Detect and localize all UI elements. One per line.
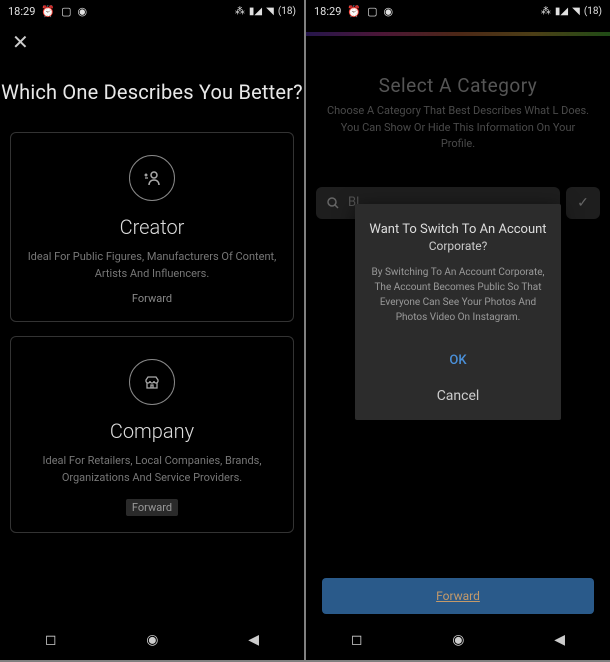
alarm-icon: ⏰ bbox=[41, 5, 55, 18]
confirm-button[interactable]: ✓ bbox=[566, 187, 600, 219]
creator-icon bbox=[129, 155, 175, 201]
page-title: Which One Describes You Better? bbox=[0, 62, 304, 132]
page-subtitle: Choose A Category That Best Describes Wh… bbox=[306, 103, 610, 153]
card-desc: Ideal For Retailers, Local Companies, Br… bbox=[27, 453, 277, 486]
square-icon: ▢ bbox=[61, 5, 71, 18]
status-time: 18:29 bbox=[314, 5, 341, 18]
card-creator[interactable]: Creator Ideal For Public Figures, Manufa… bbox=[10, 132, 294, 322]
square-icon: ▢ bbox=[367, 5, 377, 18]
forward-link[interactable]: Forward bbox=[126, 499, 178, 516]
forward-button[interactable]: Forward bbox=[322, 578, 594, 614]
battery-icon: (18) bbox=[584, 6, 602, 17]
card-title: Creator bbox=[27, 215, 277, 239]
nav-home-icon[interactable]: ◉ bbox=[452, 632, 464, 648]
company-icon bbox=[129, 359, 175, 405]
forward-label: Forward bbox=[436, 589, 480, 603]
nav-back-icon[interactable]: ◀ bbox=[554, 632, 565, 648]
cancel-button[interactable]: Cancel bbox=[365, 378, 551, 408]
forward-link[interactable]: Forward bbox=[27, 292, 277, 305]
nav-back-icon[interactable]: ◀ bbox=[248, 632, 259, 648]
page-title: Select A Category bbox=[306, 26, 610, 103]
wifi-icon: ◥ bbox=[266, 6, 274, 17]
nav-recent-icon[interactable]: ◻ bbox=[45, 632, 57, 648]
alarm-icon: ⏰ bbox=[347, 5, 361, 18]
wifi-icon: ◥ bbox=[572, 6, 580, 17]
bluetooth-icon: ⁂ bbox=[235, 6, 245, 17]
switch-dialog: Want To Switch To An Account Corporate? … bbox=[355, 204, 561, 420]
screen-describe: 18:29 ⏰ ▢ ◉ ⁂ ▮◢ ◥ (18) ✕ Which One Desc… bbox=[0, 0, 304, 660]
close-icon[interactable]: ✕ bbox=[12, 30, 29, 54]
screen-category: 18:29 ⏰ ▢ ◉ ⁂ ▮◢ ◥ (18) Select A Categor… bbox=[306, 0, 610, 660]
search-icon bbox=[326, 196, 340, 210]
card-company[interactable]: Company Ideal For Retailers, Local Compa… bbox=[10, 336, 294, 533]
battery-icon: (18) bbox=[278, 6, 296, 17]
dialog-body: By Switching To An Account Corporate, Th… bbox=[365, 265, 551, 325]
status-bar: 18:29 ⏰ ▢ ◉ ⁂ ▮◢ ◥ (18) bbox=[0, 0, 304, 22]
signal-icon: ▮◢ bbox=[249, 6, 262, 17]
bluetooth-icon: ⁂ bbox=[541, 6, 551, 17]
card-desc: Ideal For Public Figures, Manufacturers … bbox=[27, 249, 277, 282]
nav-home-icon[interactable]: ◉ bbox=[146, 632, 158, 648]
status-bar: 18:29 ⏰ ▢ ◉ ⁂ ▮◢ ◥ (18) bbox=[306, 0, 610, 22]
dialog-subtitle: Corporate? bbox=[365, 239, 551, 253]
nav-bar: ◻ ◉ ◀ bbox=[0, 620, 304, 660]
dialog-title: Want To Switch To An Account bbox=[365, 222, 551, 237]
status-time: 18:29 bbox=[8, 5, 35, 18]
nav-bar: ◻ ◉ ◀ bbox=[306, 620, 610, 660]
camera-icon: ◉ bbox=[384, 5, 394, 18]
card-title: Company bbox=[27, 419, 277, 443]
nav-recent-icon[interactable]: ◻ bbox=[351, 632, 363, 648]
signal-icon: ▮◢ bbox=[555, 6, 568, 17]
ok-button[interactable]: OK bbox=[365, 343, 551, 378]
camera-icon: ◉ bbox=[78, 5, 88, 18]
